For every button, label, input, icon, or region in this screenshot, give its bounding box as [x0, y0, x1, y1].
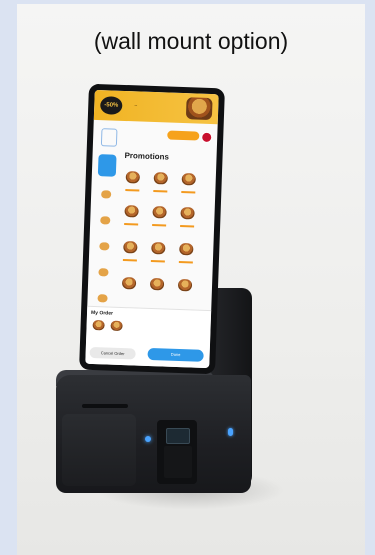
price-bar [153, 190, 168, 193]
menu-item[interactable] [121, 276, 137, 290]
price-bar [178, 260, 193, 264]
menu-item[interactable] [180, 206, 195, 220]
price-bar [180, 224, 195, 228]
category-promotions[interactable] [97, 154, 117, 177]
card-reader-keypad [164, 446, 192, 478]
menu-item[interactable] [124, 205, 139, 218]
flag-icon[interactable] [201, 131, 213, 144]
cancel-order-button[interactable]: Cancel Order [89, 346, 136, 360]
order-title: My Order [90, 309, 114, 317]
price-bar [150, 259, 165, 263]
language-button[interactable] [167, 130, 200, 141]
category-item[interactable] [99, 242, 110, 251]
promo-banner: -50% ~ [93, 89, 219, 125]
side-led [228, 428, 233, 436]
price-bar [124, 223, 139, 226]
discount-badge: -50% [99, 96, 123, 115]
menu-item[interactable] [149, 277, 165, 291]
category-item[interactable] [97, 294, 108, 303]
price-bar [152, 224, 167, 227]
category-item[interactable] [100, 216, 111, 225]
category-item[interactable] [98, 268, 109, 277]
banner-script: ~ [134, 103, 138, 110]
menu-item[interactable] [177, 278, 193, 292]
printer-door [62, 414, 136, 486]
menu-item[interactable] [152, 206, 167, 219]
order-item[interactable] [92, 319, 105, 331]
order-item[interactable] [110, 320, 123, 332]
price-bar [181, 191, 196, 194]
image-frame: (wall mount option) -50% ~ Promotions My… [0, 0, 375, 555]
category-item[interactable] [101, 190, 112, 199]
card-reader-display [166, 428, 190, 444]
burger-image [185, 97, 213, 121]
menu-item[interactable] [179, 242, 194, 256]
kiosk-screen: -50% ~ Promotions My Order Cancel Order … [85, 89, 219, 369]
menu-item[interactable] [181, 173, 196, 186]
status-led [145, 436, 151, 442]
menu-item[interactable] [153, 172, 168, 185]
menu-item[interactable] [125, 171, 140, 184]
price-bar [125, 189, 140, 192]
price-bar [122, 259, 137, 262]
receipt-slot [82, 404, 128, 408]
section-title: Promotions [124, 150, 170, 162]
caption: (wall mount option) [93, 28, 289, 54]
done-button[interactable]: Done [147, 347, 204, 362]
restaurant-logo [100, 128, 118, 147]
menu-item[interactable] [151, 241, 166, 255]
menu-item[interactable] [123, 241, 138, 254]
